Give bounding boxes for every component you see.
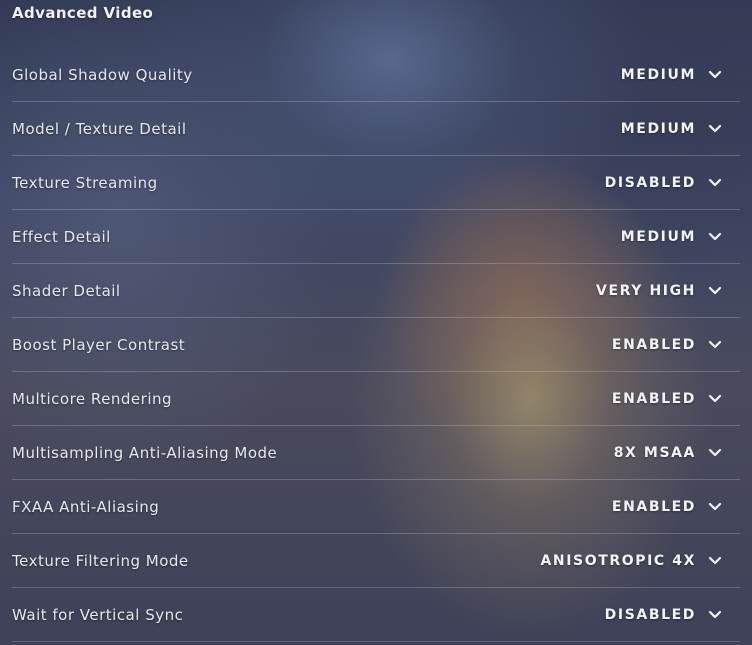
setting-row-multicore-rendering[interactable]: Multicore Rendering ENABLED: [12, 372, 740, 426]
setting-value: ENABLED: [611, 498, 696, 515]
setting-value: 8X MSAA: [613, 444, 696, 461]
setting-value: DISABLED: [604, 606, 696, 623]
setting-dropdown[interactable]: MEDIUM: [621, 67, 740, 83]
setting-value: MEDIUM: [620, 228, 696, 245]
setting-value: MEDIUM: [620, 66, 696, 83]
setting-value: DISABLED: [604, 174, 696, 191]
setting-dropdown[interactable]: ENABLED: [612, 337, 740, 353]
setting-dropdown[interactable]: VERY HIGH: [596, 283, 740, 299]
setting-label: Global Shadow Quality: [12, 65, 193, 84]
setting-row-effect-detail[interactable]: Effect Detail MEDIUM: [12, 210, 740, 264]
chevron-down-icon: [708, 610, 722, 620]
setting-value: ANISOTROPIC 4X: [540, 552, 696, 569]
setting-dropdown[interactable]: ANISOTROPIC 4X: [540, 553, 740, 569]
setting-label: Shader Detail: [12, 281, 121, 300]
setting-row-shader-detail[interactable]: Shader Detail VERY HIGH: [12, 264, 740, 318]
setting-dropdown[interactable]: DISABLED: [605, 175, 740, 191]
setting-row-boost-player-contrast[interactable]: Boost Player Contrast ENABLED: [12, 318, 740, 372]
chevron-down-icon: [708, 556, 722, 566]
setting-value: ENABLED: [611, 336, 696, 353]
setting-dropdown[interactable]: DISABLED: [605, 607, 740, 623]
setting-value: MEDIUM: [620, 120, 696, 137]
setting-label: Effect Detail: [12, 227, 111, 246]
setting-dropdown[interactable]: ENABLED: [612, 391, 740, 407]
setting-label: Model / Texture Detail: [12, 119, 187, 138]
chevron-down-icon: [708, 178, 722, 188]
setting-dropdown[interactable]: MEDIUM: [621, 121, 740, 137]
chevron-down-icon: [708, 340, 722, 350]
setting-row-texture-filtering-mode[interactable]: Texture Filtering Mode ANISOTROPIC 4X: [12, 534, 740, 588]
setting-dropdown[interactable]: ENABLED: [612, 499, 740, 515]
chevron-down-icon: [708, 448, 722, 458]
setting-label: FXAA Anti-Aliasing: [12, 497, 160, 516]
setting-label: Multicore Rendering: [12, 389, 173, 408]
advanced-video-panel: Advanced Video Global Shadow Quality MED…: [0, 0, 752, 645]
setting-label: Texture Filtering Mode: [12, 551, 189, 570]
settings-list: Global Shadow Quality MEDIUM Model / Tex…: [12, 48, 740, 642]
setting-dropdown[interactable]: 8X MSAA: [614, 445, 740, 461]
chevron-down-icon: [708, 124, 722, 134]
chevron-down-icon: [708, 286, 722, 296]
setting-label: Wait for Vertical Sync: [12, 605, 184, 624]
chevron-down-icon: [708, 394, 722, 404]
setting-row-texture-streaming[interactable]: Texture Streaming DISABLED: [12, 156, 740, 210]
setting-label: Boost Player Contrast: [12, 335, 186, 354]
setting-row-global-shadow-quality[interactable]: Global Shadow Quality MEDIUM: [12, 48, 740, 102]
setting-row-model-texture-detail[interactable]: Model / Texture Detail MEDIUM: [12, 102, 740, 156]
section-title: Advanced Video: [12, 4, 154, 22]
chevron-down-icon: [708, 502, 722, 512]
setting-row-fxaa-anti-aliasing[interactable]: FXAA Anti-Aliasing ENABLED: [12, 480, 740, 534]
setting-value: ENABLED: [611, 390, 696, 407]
chevron-down-icon: [708, 232, 722, 242]
setting-row-msaa-mode[interactable]: Multisampling Anti-Aliasing Mode 8X MSAA: [12, 426, 740, 480]
setting-label: Multisampling Anti-Aliasing Mode: [12, 443, 278, 462]
setting-row-wait-for-vertical-sync[interactable]: Wait for Vertical Sync DISABLED: [12, 588, 740, 642]
setting-value: VERY HIGH: [596, 282, 696, 299]
setting-dropdown[interactable]: MEDIUM: [621, 229, 740, 245]
chevron-down-icon: [708, 70, 722, 80]
setting-label: Texture Streaming: [12, 173, 158, 192]
